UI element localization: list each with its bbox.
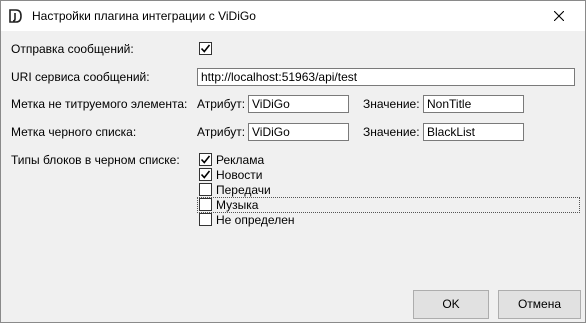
settings-dialog: Настройки плагина интеграции с ViDiGo От…	[0, 0, 586, 323]
checkbox-label: Передачи	[216, 183, 271, 197]
checkbox-music[interactable]	[199, 198, 212, 211]
checkbox-label: Не определен	[216, 213, 295, 227]
checkbox-undefined[interactable]	[199, 213, 212, 226]
non-title-attr-label: Атрибут:	[197, 97, 246, 111]
title-bar[interactable]: Настройки плагина интеграции с ViDiGo	[1, 1, 585, 31]
close-button[interactable]	[549, 7, 569, 25]
checkbox-programs[interactable]	[199, 183, 212, 196]
blacklist-value-input[interactable]: BlackList	[423, 123, 524, 141]
ok-button[interactable]: OK	[413, 290, 489, 319]
uri-label: URI сервиса сообщений:	[11, 70, 150, 84]
block-types-label: Типы блоков в черном списке:	[11, 153, 180, 167]
non-title-value-input[interactable]: NonTitle	[423, 95, 524, 113]
checkbox-news[interactable]	[199, 168, 212, 181]
checkbox-ads[interactable]	[199, 153, 212, 166]
non-title-value-label: Значение:	[363, 97, 420, 111]
blacklist-mark-label: Метка черного списка:	[11, 125, 137, 139]
non-title-attr-input[interactable]: ViDiGo	[248, 95, 349, 113]
uri-input[interactable]: http://localhost:51963/api/test	[197, 68, 575, 86]
send-messages-label: Отправка сообщений:	[11, 42, 134, 56]
send-messages-checkbox[interactable]	[199, 42, 212, 55]
app-logo-icon	[8, 8, 24, 24]
non-title-mark-label: Метка не титруемого элемента:	[11, 97, 188, 111]
blacklist-attr-input[interactable]: ViDiGo	[248, 123, 349, 141]
blacklist-attr-label: Атрибут:	[197, 125, 246, 139]
checkbox-label: Новости	[216, 168, 263, 182]
close-icon	[554, 11, 564, 21]
cancel-button[interactable]: Отмена	[498, 290, 581, 319]
blacklist-value-label: Значение:	[363, 125, 420, 139]
checkbox-label: Музыка	[216, 198, 259, 212]
checkbox-label: Реклама	[216, 153, 265, 167]
window-title: Настройки плагина интеграции с ViDiGo	[32, 9, 256, 23]
